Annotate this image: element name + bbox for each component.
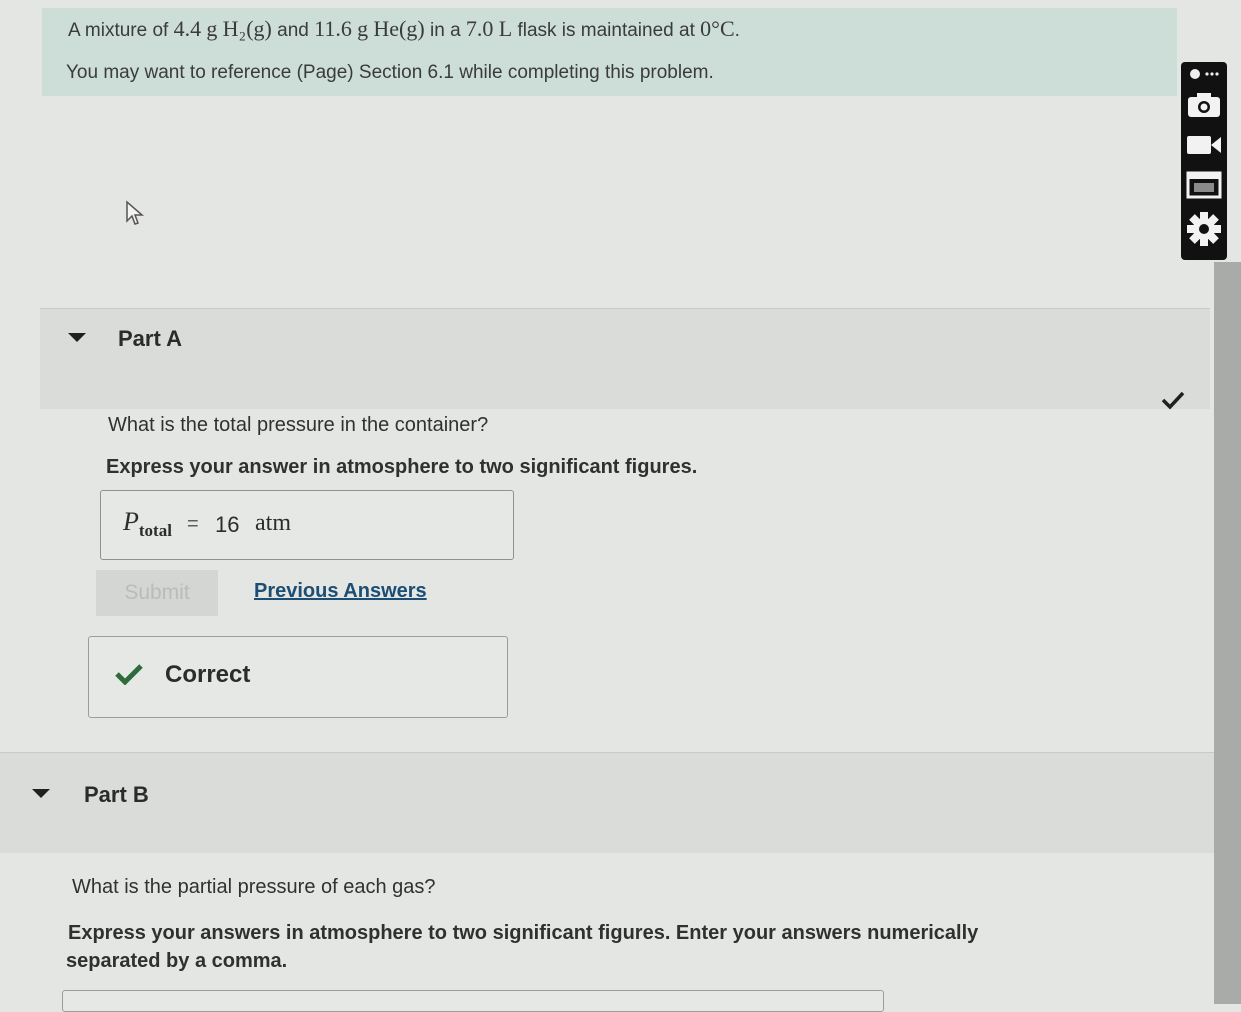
part-a-title[interactable]: Part A: [118, 326, 182, 352]
part-b-answer-field[interactable]: [62, 990, 884, 1012]
caret-down-icon[interactable]: [32, 789, 50, 798]
answer-value: 16: [215, 512, 240, 537]
part-b-title[interactable]: Part B: [84, 782, 149, 808]
video-icon[interactable]: [1181, 132, 1227, 158]
caret-down-icon[interactable]: [68, 333, 86, 342]
scrollbar[interactable]: [1214, 262, 1241, 1004]
problem-statement: A mixture of 4.4 g H₂(g) and 11.6 g He(g…: [68, 16, 740, 41]
camera-icon[interactable]: [1181, 90, 1227, 120]
capture-toolbar: [1181, 62, 1227, 260]
part-b-header[interactable]: Part B: [0, 752, 1225, 853]
checkmark-icon: [1161, 391, 1185, 410]
link-icon[interactable]: [1181, 66, 1227, 82]
mouse-cursor-icon: [126, 200, 145, 225]
part-b-instruction-line2: separated by a comma.: [66, 950, 288, 972]
checkmark-icon: [115, 664, 143, 685]
answer-unit: atm: [255, 510, 291, 536]
window-icon[interactable]: [1181, 170, 1227, 200]
answer-equals: =: [187, 513, 199, 535]
previous-answers-link[interactable]: Previous Answers: [254, 580, 427, 603]
part-b-question: What is the partial pressure of each gas…: [72, 876, 436, 898]
feedback-text: Correct: [165, 661, 251, 688]
reference-note: You may want to reference (Page) Section…: [66, 62, 714, 83]
gear-icon[interactable]: [1181, 210, 1227, 248]
part-a-question: What is the total pressure in the contai…: [108, 414, 489, 436]
answer-symbol: Ptotal: [123, 507, 172, 541]
feedback-correct: Correct: [88, 636, 508, 718]
part-a-instruction: Express your answer in atmosphere to two…: [106, 456, 698, 478]
answer-field-p-total[interactable]: Ptotal = 16 atm: [100, 490, 514, 560]
part-b-instruction-line1: Express your answers in atmosphere to tw…: [68, 922, 979, 944]
part-a-header[interactable]: Part A: [40, 308, 1210, 409]
submit-button[interactable]: Submit: [96, 570, 218, 616]
